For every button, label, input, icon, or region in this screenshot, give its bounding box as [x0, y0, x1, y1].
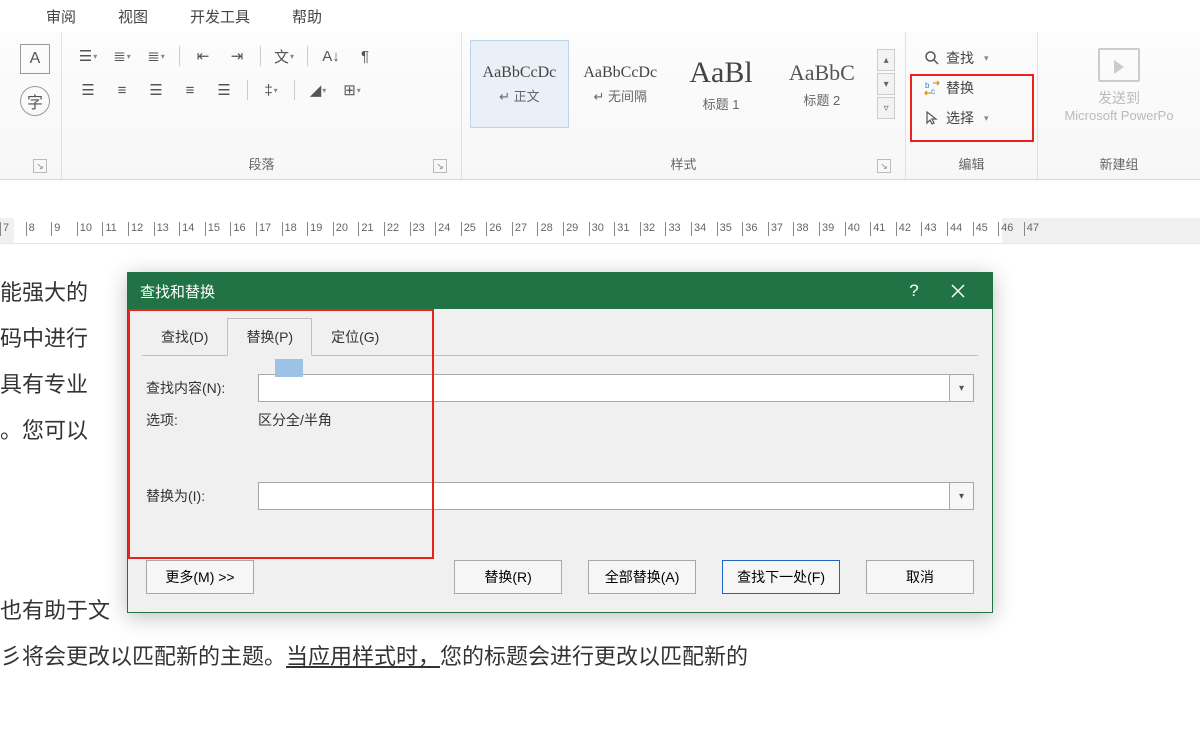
svg-text:c: c: [931, 87, 935, 96]
find-button[interactable]: 查找▾: [920, 46, 1025, 70]
editing-group-label: 编辑: [958, 157, 984, 172]
style-heading2[interactable]: AaBbC 标题 2: [772, 40, 871, 128]
multilevel-button[interactable]: ≣▾: [142, 44, 170, 68]
svg-text:b: b: [925, 81, 930, 90]
styles-scroll-down[interactable]: ▾: [877, 73, 895, 95]
style-no-spacing[interactable]: AaBbCcDc ↵ 无间隔: [571, 40, 670, 128]
tab-find[interactable]: 查找(D): [142, 318, 227, 356]
line-spacing-button[interactable]: ‡▾: [257, 78, 285, 102]
align-justify-button[interactable]: ≡: [176, 78, 204, 102]
tab-review[interactable]: 审阅: [30, 0, 92, 33]
styles-group: AaBbCcDc ↵ 正文 AaBbCcDc ↵ 无间隔 AaBl 标题 1 A…: [462, 32, 906, 179]
align-right-button[interactable]: ☰: [142, 78, 170, 102]
borders-button[interactable]: ⊞▾: [338, 78, 366, 102]
editing-group: 查找▾ bc 替换 选择▾ 编辑: [906, 32, 1038, 179]
bullets-button[interactable]: ☰▾: [74, 44, 102, 68]
send-to-button[interactable]: 发送到: [1098, 88, 1140, 108]
replace-with-dropdown[interactable]: ▾: [950, 482, 974, 510]
find-next-button[interactable]: 查找下一处(F): [722, 560, 840, 594]
options-value: 区分全/半角: [258, 410, 332, 430]
more-button[interactable]: 更多(M) >>: [146, 560, 254, 594]
find-replace-dialog: 查找和替换 ? 查找(D) 替换(P) 定位(G) 查找内容(N): ▾ 选项:…: [127, 272, 993, 613]
paragraph-group-label: 段落: [248, 157, 274, 172]
replace-icon: bc: [924, 80, 940, 96]
style-normal[interactable]: AaBbCcDc ↵ 正文: [470, 40, 569, 128]
indent-decrease-button[interactable]: ⇤: [189, 44, 217, 68]
align-distribute-button[interactable]: ☰: [210, 78, 238, 102]
replace-button[interactable]: bc 替换: [920, 76, 1025, 100]
search-icon: [924, 50, 940, 66]
paragraph-group: ☰▾ ≣▾ ≣▾ ⇤ ⇥ 文▾ A↓ ¶ ☰ ≡ ☰ ≡ ☰ ‡▾: [62, 32, 462, 179]
cancel-button[interactable]: 取消: [866, 560, 974, 594]
replace-all-button[interactable]: 全部替换(A): [588, 560, 696, 594]
tab-replace[interactable]: 替换(P): [227, 318, 312, 356]
styles-dialog-launcher[interactable]: ↘: [877, 159, 891, 173]
font-group: A 字 ↘: [0, 32, 62, 179]
find-what-dropdown[interactable]: ▾: [950, 374, 974, 402]
ribbon: A 字 ↘ ☰▾ ≣▾ ≣▾ ⇤ ⇥ 文▾ A↓ ¶ ☰: [0, 32, 1200, 180]
align-left-button[interactable]: ☰: [74, 78, 102, 102]
find-selection-highlight: [275, 359, 303, 377]
char-border-button[interactable]: A: [20, 44, 50, 74]
label-options: 选项:: [146, 410, 258, 430]
label-replace-with: 替换为(I):: [146, 486, 258, 506]
styles-scroll-up[interactable]: ▴: [877, 49, 895, 71]
show-marks-button[interactable]: ¶: [351, 44, 379, 68]
indent-increase-button[interactable]: ⇥: [223, 44, 251, 68]
tab-help[interactable]: 帮助: [276, 0, 338, 33]
align-center-button[interactable]: ≡: [108, 78, 136, 102]
shading-button[interactable]: ◢▾: [304, 78, 332, 102]
replace-one-button[interactable]: 替换(R): [454, 560, 562, 594]
doc-line-6: 彡将会更改以匹配新的主题。当应用样式时，您的标题会进行更改以匹配新的: [0, 634, 748, 680]
style-heading1[interactable]: AaBl 标题 1: [672, 40, 771, 128]
dialog-close-button[interactable]: [936, 273, 980, 309]
paragraph-dialog-launcher[interactable]: ↘: [433, 159, 447, 173]
replace-with-input[interactable]: [258, 482, 950, 510]
find-what-input[interactable]: [258, 374, 950, 402]
tab-goto[interactable]: 定位(G): [312, 318, 398, 356]
tab-developer[interactable]: 开发工具: [174, 0, 266, 33]
dialog-title: 查找和替换: [140, 281, 215, 302]
font-dialog-launcher[interactable]: ↘: [33, 159, 47, 173]
tab-view[interactable]: 视图: [102, 0, 164, 33]
new-group-label: 新建组: [1099, 157, 1138, 172]
new-group: 发送到 Microsoft PowerPo 新建组: [1038, 32, 1200, 179]
styles-group-label: 样式: [670, 157, 696, 172]
asian-layout-button[interactable]: 文▾: [270, 44, 298, 68]
send-to-target: Microsoft PowerPo: [1064, 108, 1173, 123]
horizontal-ruler[interactable]: 7891011121314151617181920212223242526272…: [0, 218, 1200, 244]
dialog-tabs: 查找(D) 替换(P) 定位(G): [128, 309, 992, 355]
label-find-what: 查找内容(N):: [146, 378, 258, 398]
dialog-titlebar[interactable]: 查找和替换 ?: [128, 273, 992, 309]
send-to-powerpoint-icon: [1098, 48, 1140, 82]
sort-button[interactable]: A↓: [317, 44, 345, 68]
select-button[interactable]: 选择▾: [920, 106, 1025, 130]
ribbon-tab-bar: 审阅 视图 开发工具 帮助: [0, 0, 1200, 32]
cursor-icon: [924, 110, 940, 126]
dialog-help-button[interactable]: ?: [892, 273, 936, 309]
enclose-char-button[interactable]: 字: [20, 86, 50, 116]
styles-expand[interactable]: ▿: [877, 97, 895, 119]
close-icon: [951, 284, 965, 298]
numbering-button[interactable]: ≣▾: [108, 44, 136, 68]
